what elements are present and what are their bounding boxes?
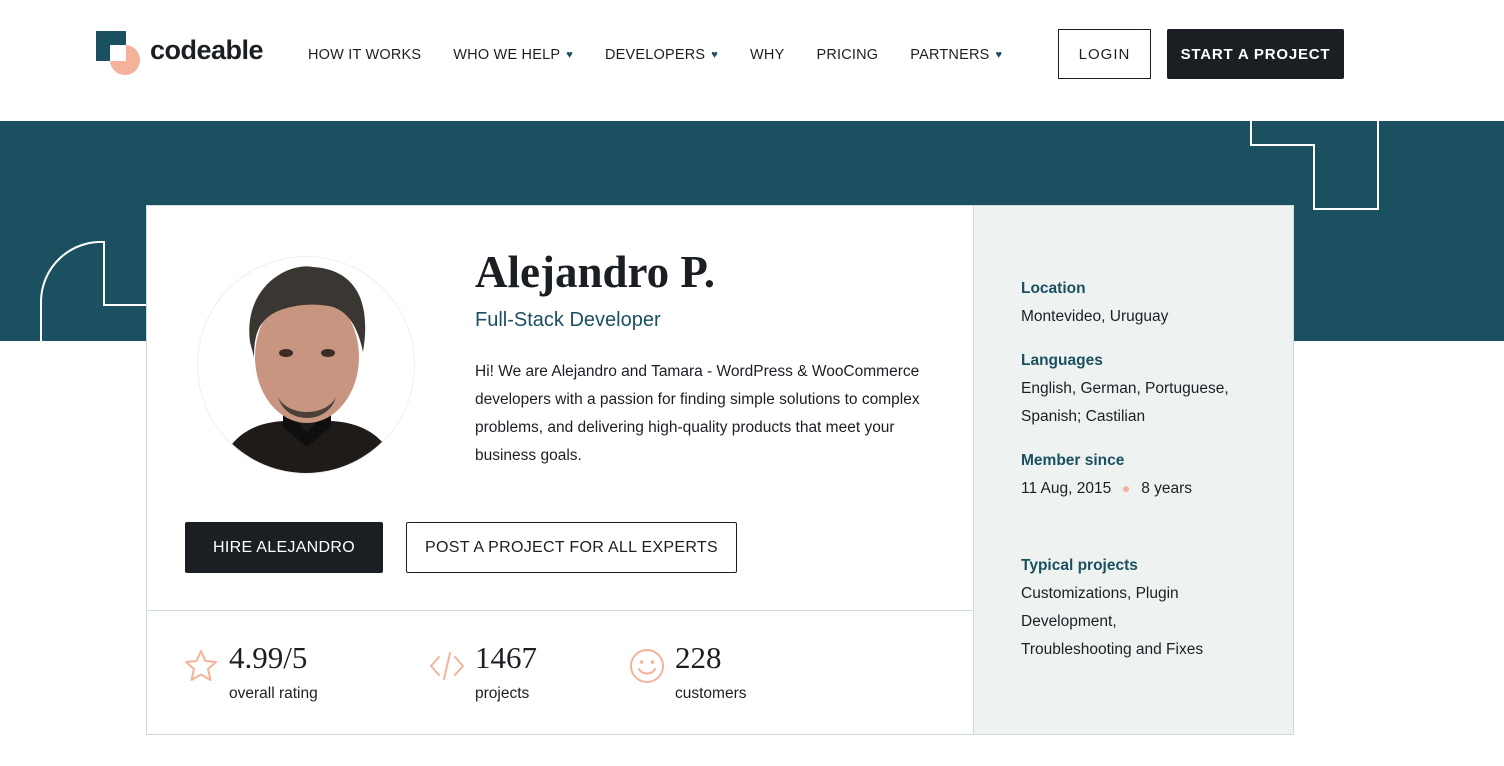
developer-role: Full-Stack Developer [475,309,661,331]
stat-value: 228 [675,640,722,675]
stat-customers: 228 customers [629,638,829,708]
nav-why[interactable]: WHY [750,47,784,63]
logo-text: codeable [150,35,264,65]
profile-main: Alejandro P. Full-Stack Developer Hi! We… [147,206,973,734]
decorative-outline-shape [1250,121,1379,210]
codeable-logo[interactable]: codeable [96,31,276,77]
nav-pricing[interactable]: PRICING [816,47,878,63]
star-icon [185,650,217,681]
member-since-years: 8 years [1141,480,1193,497]
nav-developers[interactable]: DEVELOPERS ♥ [605,47,718,63]
code-icon [430,652,464,680]
typical-projects-block: Typical projects Customizations, Plugin … [1021,555,1221,664]
stat-label: overall rating [229,685,318,702]
nav-how-it-works[interactable]: HOW IT WORKS [308,47,421,63]
main-nav: HOW IT WORKS WHO WE HELP ♥ DEVELOPERS ♥ … [308,45,1034,65]
location-value: Montevideo, Uruguay [1021,308,1169,325]
languages-block: Languages English, German, Portuguese, S… [1021,350,1251,431]
developer-bio: Hi! We are Alejandro and Tamara - WordPr… [475,363,920,464]
site-header: codeable HOW IT WORKS WHO WE HELP ♥ DEVE… [0,0,1504,121]
nav-who-we-help[interactable]: WHO WE HELP ♥ [453,47,573,63]
nav-label: HOW IT WORKS [308,47,422,63]
profile-card: Alejandro P. Full-Stack Developer Hi! We… [146,205,1294,735]
typical-projects-label: Typical projects [1021,557,1138,574]
dot-separator [1123,485,1130,492]
location-block: Location Montevideo, Uruguay [1021,278,1281,331]
profile-sidebar: Location Montevideo, Uruguay Languages E… [973,206,1293,734]
location-label: Location [1021,280,1086,297]
member-since-date: 11 Aug, 2015 [1021,480,1112,497]
typical-projects-value: Customizations, Plugin Development, Trou… [1021,585,1204,658]
logo-mark-icon [96,31,142,77]
member-since-value: 11 Aug, 2015 8 years [1021,475,1281,503]
login-button[interactable]: LOGIN [1058,29,1151,79]
chevron-down-icon: ♥ [566,49,573,61]
languages-value: English, German, Portuguese, Spanish; Ca… [1021,380,1229,425]
stat-label: customers [675,685,747,702]
nav-label: WHY [750,47,785,63]
chevron-down-icon: ♥ [995,49,1003,61]
hire-button[interactable]: HIRE ALEJANDRO [185,522,383,573]
divider [147,610,973,611]
languages-label: Languages [1021,352,1103,369]
developer-name: Alejandro P. [475,247,716,297]
smiley-icon [630,649,664,683]
nav-label: PRICING [816,47,879,63]
member-since-label: Member since [1021,452,1125,469]
start-project-button[interactable]: START A PROJECT [1167,29,1344,79]
nav-partners[interactable]: PARTNERS ♥ [910,47,1002,63]
avatar [197,256,415,474]
stat-projects: 1467 projects [429,638,629,708]
decorative-arc-shape [40,241,150,341]
stat-value: 4.99/5 [229,640,308,675]
nav-label: WHO WE HELP [453,47,561,63]
developer-photo [198,257,414,473]
stat-rating: 4.99/5 overall rating [183,638,383,708]
post-project-button[interactable]: POST A PROJECT FOR ALL EXPERTS [406,522,737,573]
member-since-block: Member since 11 Aug, 2015 8 years [1021,450,1281,503]
nav-label: PARTNERS [910,47,990,63]
nav-label: DEVELOPERS [604,47,706,63]
stat-value: 1467 [475,640,537,675]
chevron-down-icon: ♥ [711,49,719,61]
stat-label: projects [475,685,530,702]
